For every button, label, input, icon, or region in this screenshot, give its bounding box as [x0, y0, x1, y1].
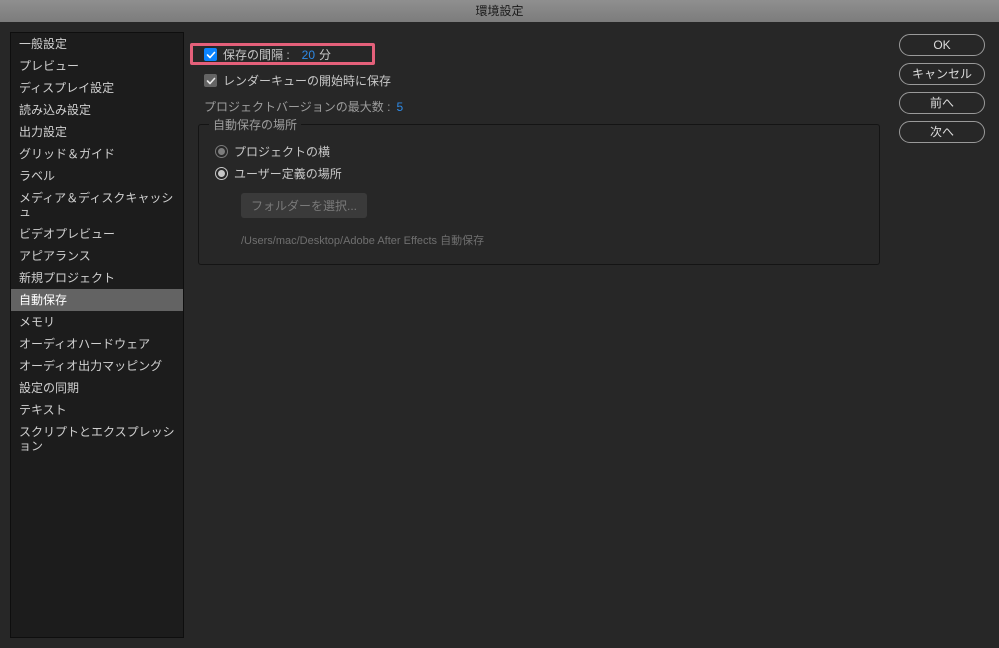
radio-custom-location[interactable] — [215, 167, 228, 180]
sidebar-item-audio-hardware[interactable]: オーディオハードウェア — [11, 333, 183, 355]
sidebar: 一般設定 プレビュー ディスプレイ設定 読み込み設定 出力設定 グリッド＆ガイド… — [10, 32, 184, 638]
radio-next-to-project-label: プロジェクトの横 — [234, 143, 330, 160]
sidebar-item-grid-guides[interactable]: グリッド＆ガイド — [11, 143, 183, 165]
sidebar-item-output[interactable]: 出力設定 — [11, 121, 183, 143]
save-on-renderqueue-label: レンダーキューの開始時に保存 — [223, 72, 391, 89]
save-interval-label: 保存の間隔 : — [223, 46, 290, 63]
sidebar-item-appearance[interactable]: アピアランス — [11, 245, 183, 267]
save-interval-value[interactable]: 20 — [302, 48, 315, 62]
sidebar-item-new-project[interactable]: 新規プロジェクト — [11, 267, 183, 289]
window-title: 環境設定 — [0, 0, 999, 22]
sidebar-item-autosave[interactable]: 自動保存 — [11, 289, 183, 311]
sidebar-item-memory[interactable]: メモリ — [11, 311, 183, 333]
sidebar-item-media-disk-cache[interactable]: メディア＆ディスクキャッシュ — [11, 187, 183, 223]
cancel-button[interactable]: キャンセル — [899, 63, 985, 85]
sidebar-item-import[interactable]: 読み込み設定 — [11, 99, 183, 121]
max-versions-value[interactable]: 5 — [396, 100, 403, 114]
radio-custom-location-label: ユーザー定義の場所 — [234, 165, 342, 182]
autosave-path: /Users/mac/Desktop/Adobe After Effects 自… — [241, 232, 863, 248]
check-icon — [206, 76, 216, 86]
radio-next-to-project[interactable] — [215, 145, 228, 158]
sidebar-item-sync-settings[interactable]: 設定の同期 — [11, 377, 183, 399]
sidebar-item-general[interactable]: 一般設定 — [11, 33, 183, 55]
sidebar-item-audio-output-mapping[interactable]: オーディオ出力マッピング — [11, 355, 183, 377]
next-button[interactable]: 次へ — [899, 121, 985, 143]
save-interval-checkbox[interactable] — [204, 48, 217, 61]
main-panel: 保存の間隔 : 20 分 レンダーキューの開始時に保存 プロジェクトバージョンの… — [184, 32, 899, 638]
autosave-location-group: 自動保存の場所 プロジェクトの横 ユーザー定義の場所 フォルダーを選択... /… — [198, 124, 880, 265]
sidebar-item-text[interactable]: テキスト — [11, 399, 183, 421]
sidebar-item-video-preview[interactable]: ビデオプレビュー — [11, 223, 183, 245]
previous-button[interactable]: 前へ — [899, 92, 985, 114]
sidebar-item-scripting-expressions[interactable]: スクリプトとエクスプレッション — [11, 421, 183, 457]
choose-folder-button[interactable]: フォルダーを選択... — [241, 193, 367, 218]
sidebar-item-preview[interactable]: プレビュー — [11, 55, 183, 77]
sidebar-item-display[interactable]: ディスプレイ設定 — [11, 77, 183, 99]
save-interval-unit: 分 — [319, 46, 331, 63]
save-on-renderqueue-checkbox[interactable] — [204, 74, 217, 87]
ok-button[interactable]: OK — [899, 34, 985, 56]
autosave-location-title: 自動保存の場所 — [209, 116, 301, 133]
max-versions-label: プロジェクトバージョンの最大数 : — [204, 98, 390, 115]
dialog-buttons: OK キャンセル 前へ 次へ — [899, 32, 999, 638]
sidebar-item-labels[interactable]: ラベル — [11, 165, 183, 187]
check-icon — [206, 50, 216, 60]
